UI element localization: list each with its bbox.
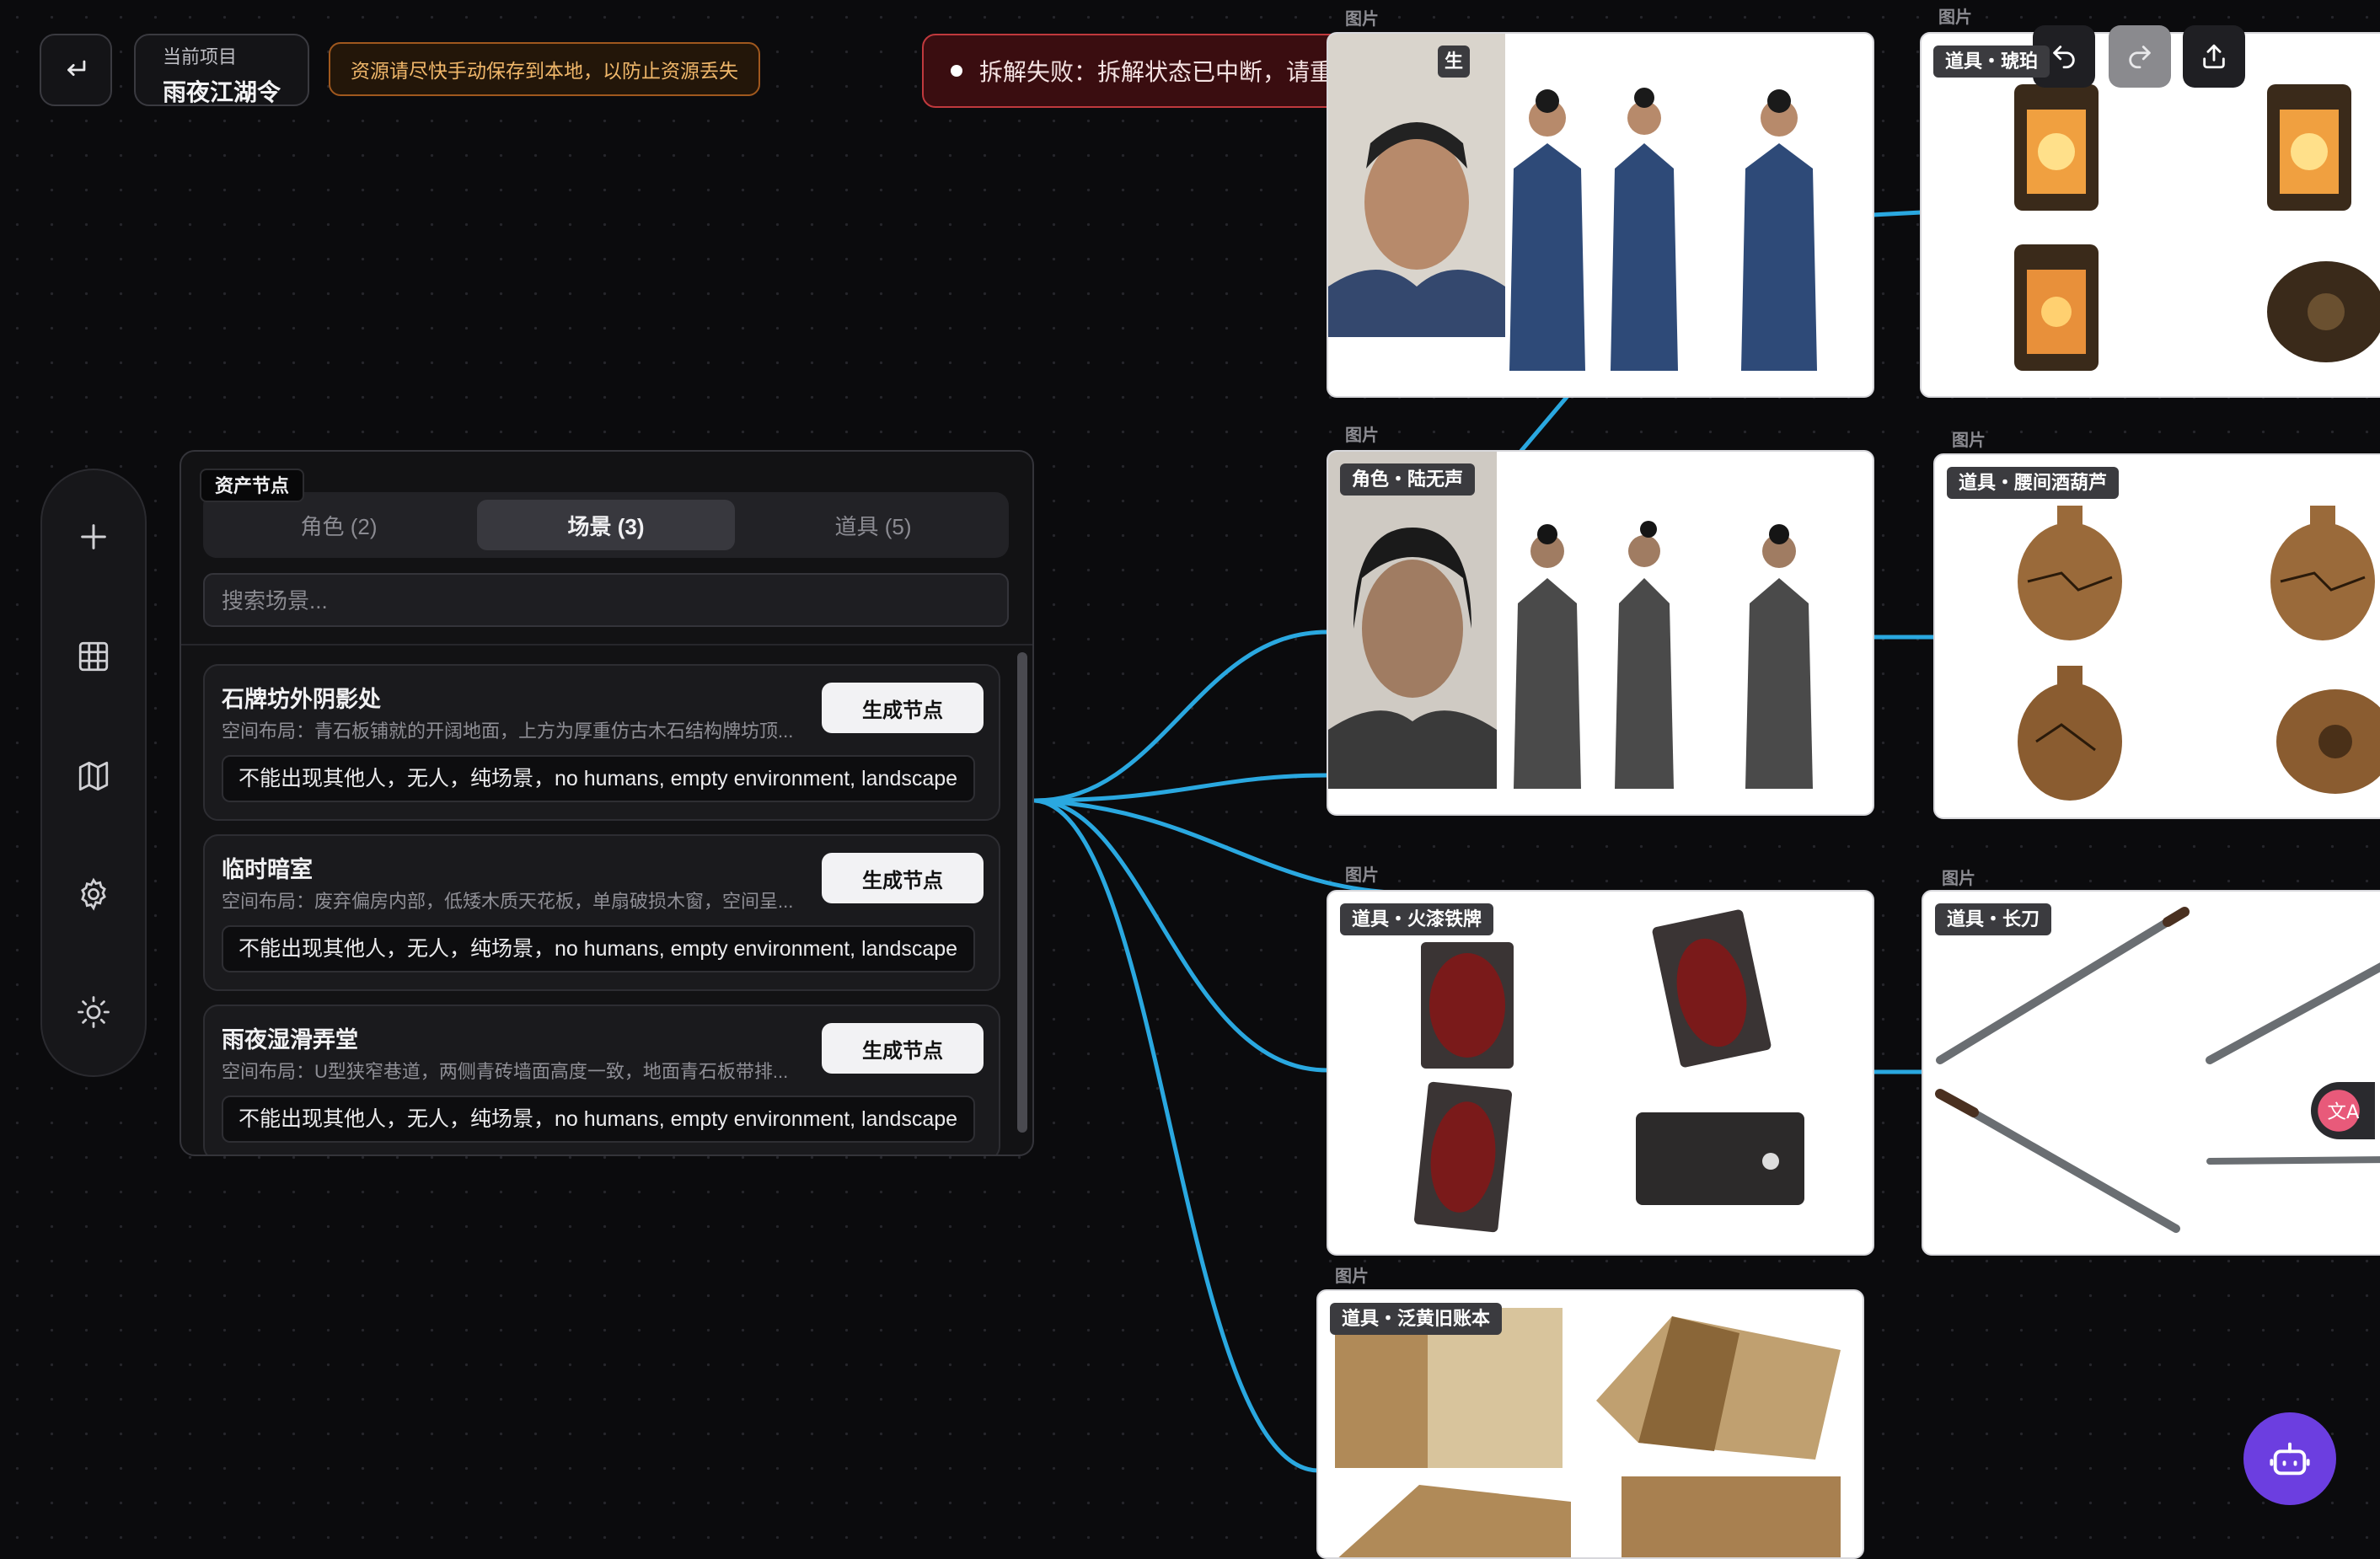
negative-prompt[interactable]: 不能出现其他人，无人，纯场景，no humans, empty environm… bbox=[222, 755, 975, 802]
scene-card: 临时暗室 空间布局：废弃偏房内部，低矮木质天花板，单扇破损木窗，空间呈... 生… bbox=[203, 834, 1000, 991]
panel-scrollbar[interactable] bbox=[1017, 644, 1027, 1149]
sun-icon bbox=[78, 996, 110, 1028]
gear-icon bbox=[81, 877, 106, 911]
add-node-button[interactable] bbox=[74, 517, 113, 556]
back-button[interactable] bbox=[40, 34, 112, 106]
sword-image bbox=[1935, 907, 2380, 1233]
tool-rail bbox=[40, 469, 147, 1077]
grid-icon bbox=[78, 641, 109, 672]
theme-button[interactable] bbox=[74, 993, 113, 1031]
scene-desc: 空间布局：青石板铺就的开阔地面，上方为厚重仿古木石结构牌坊顶... bbox=[222, 721, 794, 742]
tab-scenes[interactable]: 场景 (3) bbox=[477, 500, 735, 550]
negative-prompt[interactable]: 不能出现其他人，无人，纯场景，no humans, empty environm… bbox=[222, 925, 975, 972]
generate-node-button[interactable]: 生成节点 bbox=[822, 1023, 984, 1074]
current-project[interactable]: 当前项目 雨夜江湖令 bbox=[134, 34, 309, 106]
save-warning-banner: 资源请尽快手动保存到本地，以防止资源丢失 bbox=[329, 42, 760, 96]
svg-text:文A: 文A bbox=[2328, 1101, 2361, 1123]
negative-prompt[interactable]: 不能出现其他人，无人，纯场景，no humans, empty environm… bbox=[222, 1096, 975, 1143]
character-2-image bbox=[1328, 452, 1813, 789]
node-badge: 道具・泛黄旧账本 bbox=[1330, 1303, 1503, 1335]
node-badge: 道具・腰间酒葫芦 bbox=[1947, 467, 2120, 499]
undo-icon bbox=[2053, 46, 2075, 69]
generate-node-button[interactable]: 生成节点 bbox=[822, 853, 984, 903]
node-badge: 生 bbox=[1438, 46, 1471, 78]
edge-to-token-b bbox=[1032, 798, 1330, 1073]
node-type-label: 图片 bbox=[1345, 866, 1379, 885]
scene-card: 雨夜湿滑弄堂 空间布局：U型狭窄巷道，两侧青砖墙面高度一致，地面青石板带排...… bbox=[203, 1005, 1000, 1155]
bot-icon bbox=[2270, 1442, 2310, 1476]
edge-to-book bbox=[1032, 798, 1320, 1473]
map-icon bbox=[78, 761, 109, 791]
scene-desc: 空间布局：U型狭窄巷道，两侧青砖墙面高度一致，地面青石板带排... bbox=[222, 1061, 789, 1082]
project-label: 当前项目 bbox=[163, 46, 238, 67]
scene-list: 石牌坊外阴影处 空间布局：青石板铺就的开阔地面，上方为厚重仿古木石结构牌坊顶..… bbox=[203, 664, 1009, 1155]
grid-button[interactable] bbox=[74, 637, 113, 676]
panel-title: 资产节点 bbox=[200, 469, 305, 502]
tab-props[interactable]: 道具 (5) bbox=[744, 500, 1002, 550]
generate-node-button[interactable]: 生成节点 bbox=[822, 683, 984, 733]
node-badge: 道具・火漆铁牌 bbox=[1340, 903, 1494, 935]
scene-desc: 空间布局：废弃偏房内部，低矮木质天花板，单扇破损木窗，空间呈... bbox=[222, 891, 794, 912]
edge-to-char2-b bbox=[1032, 773, 1330, 803]
panel-divider bbox=[181, 644, 1032, 646]
export-button[interactable] bbox=[2183, 25, 2245, 88]
project-name: 雨夜江湖令 bbox=[163, 79, 281, 105]
image-node-prop-sword[interactable]: 道具・长刀 bbox=[1922, 890, 2380, 1256]
assistant-bot-button[interactable] bbox=[2243, 1412, 2336, 1505]
node-type-label: 图片 bbox=[1345, 426, 1379, 445]
character-1-image bbox=[1328, 34, 1817, 371]
redo-icon bbox=[2129, 46, 2151, 69]
scene-card: 石牌坊外阴影处 空间布局：青石板铺就的开阔地面，上方为厚重仿古木石结构牌坊顶..… bbox=[203, 664, 1000, 821]
redo-button[interactable] bbox=[2109, 25, 2171, 88]
map-button[interactable] bbox=[74, 757, 113, 796]
tab-characters[interactable]: 角色 (2) bbox=[210, 500, 468, 550]
node-badge: 道具・长刀 bbox=[1935, 903, 2052, 935]
edge-char1-char2 bbox=[1519, 394, 1570, 453]
image-node-prop-book[interactable]: 道具・泛黄旧账本 bbox=[1316, 1289, 1864, 1559]
node-badge: 道具・琥珀 bbox=[1933, 46, 2050, 78]
scene-name: 临时暗室 bbox=[222, 857, 313, 882]
lantern-image bbox=[2014, 84, 2380, 371]
image-node-character-2[interactable]: 角色・陆无声 bbox=[1327, 450, 1874, 816]
edge-char1-lantern bbox=[1870, 210, 1924, 217]
node-type-label: 图片 bbox=[1345, 10, 1379, 29]
image-node-prop-gourd[interactable]: 道具・腰间酒葫芦 bbox=[1933, 453, 2380, 819]
scene-name: 雨夜湿滑弄堂 bbox=[222, 1027, 358, 1053]
scene-name: 石牌坊外阴影处 bbox=[222, 687, 381, 712]
node-type-label: 图片 bbox=[1938, 8, 1972, 27]
search-input[interactable] bbox=[220, 575, 1010, 627]
settings-button[interactable] bbox=[74, 875, 113, 913]
node-badge: 角色・陆无声 bbox=[1340, 463, 1476, 496]
scene-search bbox=[203, 573, 1010, 627]
plus-icon bbox=[81, 524, 106, 549]
toast-dot-icon bbox=[951, 65, 962, 77]
token-image bbox=[1413, 909, 1804, 1233]
image-node-prop-token[interactable]: 道具・火漆铁牌 bbox=[1327, 890, 1874, 1256]
scrollbar-thumb[interactable] bbox=[1017, 652, 1027, 1133]
node-type-label: 图片 bbox=[1952, 431, 1986, 450]
export-icon bbox=[2203, 44, 2225, 69]
return-icon bbox=[67, 60, 86, 77]
translate-icon: 文A bbox=[2318, 1090, 2361, 1132]
asset-panel: 资产节点 角色 (2) 场景 (3) 道具 (5) 石牌坊外阴影处 空间布局：青… bbox=[180, 450, 1034, 1156]
node-type-label: 图片 bbox=[1335, 1267, 1369, 1286]
node-type-label: 图片 bbox=[1942, 870, 1975, 888]
translate-button[interactable]: 文A bbox=[2311, 1082, 2375, 1139]
asset-tabs: 角色 (2) 场景 (3) 道具 (5) bbox=[203, 492, 1009, 558]
image-node-character-1[interactable]: 生 bbox=[1327, 32, 1874, 398]
gourd-image bbox=[2018, 506, 2380, 801]
